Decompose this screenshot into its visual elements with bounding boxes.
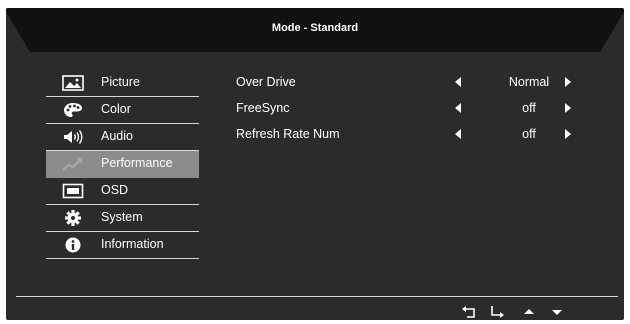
speaker-icon bbox=[64, 130, 83, 144]
mode-title: Mode - Standard bbox=[271, 22, 359, 34]
menu-item-system[interactable]: System bbox=[46, 205, 199, 232]
setting-row-refresh-rate-num[interactable]: Refresh Rate Num off bbox=[236, 122, 596, 148]
bottom-divider bbox=[16, 296, 618, 297]
menu-item-audio[interactable]: Audio bbox=[46, 124, 199, 151]
setting-name: FreeSync bbox=[236, 101, 290, 115]
setting-value: off bbox=[522, 101, 536, 115]
trend-up-icon bbox=[62, 158, 82, 171]
decrease-arrow-icon[interactable] bbox=[455, 77, 461, 87]
menu-item-color[interactable]: Color bbox=[46, 97, 199, 124]
menu-label-picture: Picture bbox=[101, 75, 140, 89]
main-menu: Picture Color Audio Performance OSD Syst… bbox=[46, 70, 199, 259]
menu-label-performance: Performance bbox=[101, 156, 173, 170]
menu-item-picture[interactable]: Picture bbox=[46, 70, 199, 97]
menu-item-osd[interactable]: OSD bbox=[46, 178, 199, 205]
up-icon[interactable] bbox=[522, 305, 536, 319]
menu-label-audio: Audio bbox=[101, 129, 133, 143]
picture-icon bbox=[62, 75, 84, 91]
menu-label-information: Information bbox=[101, 237, 164, 251]
info-icon bbox=[65, 237, 81, 253]
osd-screen-icon bbox=[62, 183, 84, 199]
settings-panel: Over Drive Normal FreeSync off Refresh R… bbox=[236, 70, 596, 148]
palette-icon bbox=[64, 103, 82, 117]
setting-value: Normal bbox=[508, 75, 550, 89]
increase-arrow-icon[interactable] bbox=[565, 77, 571, 87]
setting-row-over-drive[interactable]: Over Drive Normal bbox=[236, 70, 596, 96]
setting-name: Over Drive bbox=[236, 75, 296, 89]
title-bar: Mode - Standard bbox=[6, 8, 624, 52]
down-icon[interactable] bbox=[550, 305, 564, 319]
back-icon[interactable] bbox=[461, 305, 477, 319]
menu-item-information[interactable]: Information bbox=[46, 232, 199, 259]
decrease-arrow-icon[interactable] bbox=[455, 129, 461, 139]
setting-name: Refresh Rate Num bbox=[236, 127, 340, 141]
setting-row-freesync[interactable]: FreeSync off bbox=[236, 96, 596, 122]
menu-label-color: Color bbox=[101, 102, 131, 116]
menu-label-osd: OSD bbox=[101, 183, 129, 197]
increase-arrow-icon[interactable] bbox=[565, 129, 571, 139]
menu-item-performance[interactable]: Performance bbox=[46, 151, 199, 178]
gear-icon bbox=[65, 210, 81, 226]
decrease-arrow-icon[interactable] bbox=[455, 103, 461, 113]
increase-arrow-icon[interactable] bbox=[565, 103, 571, 113]
menu-label-system: System bbox=[101, 210, 143, 224]
enter-icon[interactable] bbox=[489, 305, 505, 319]
osd-menu: Mode - Standard Picture Color Audio Perf… bbox=[6, 8, 624, 320]
setting-value: off bbox=[522, 127, 536, 141]
